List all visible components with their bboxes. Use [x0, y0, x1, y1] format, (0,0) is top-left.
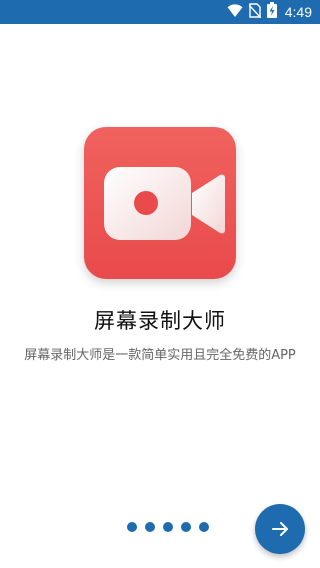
- status-bar: 4:49: [0, 0, 320, 24]
- page-dot-3[interactable]: [163, 522, 173, 532]
- no-sim-icon: [248, 2, 262, 22]
- arrow-right-icon: [272, 522, 288, 536]
- app-title: 屏幕录制大师: [94, 309, 226, 333]
- app-description: 屏幕录制大师是一款简单实用且完全免费的APP: [24, 348, 296, 363]
- app-icon: [84, 127, 236, 279]
- page-dot-2[interactable]: [145, 522, 155, 532]
- onboarding-screen: 4:49 屏幕录制大师 屏幕录制大师是一款简单实用且完全免费的APP: [0, 0, 320, 568]
- next-button[interactable]: [255, 504, 305, 554]
- page-dot-1[interactable]: [127, 522, 137, 532]
- status-time: 4:49: [284, 4, 312, 20]
- page-dot-4[interactable]: [181, 522, 191, 532]
- video-camera-icon: [104, 167, 225, 240]
- page-dot-5[interactable]: [199, 522, 209, 532]
- wifi-icon: [227, 3, 243, 22]
- page-indicator: [127, 522, 209, 534]
- battery-charging-icon: [266, 2, 277, 22]
- status-icons: 4:49: [227, 0, 312, 24]
